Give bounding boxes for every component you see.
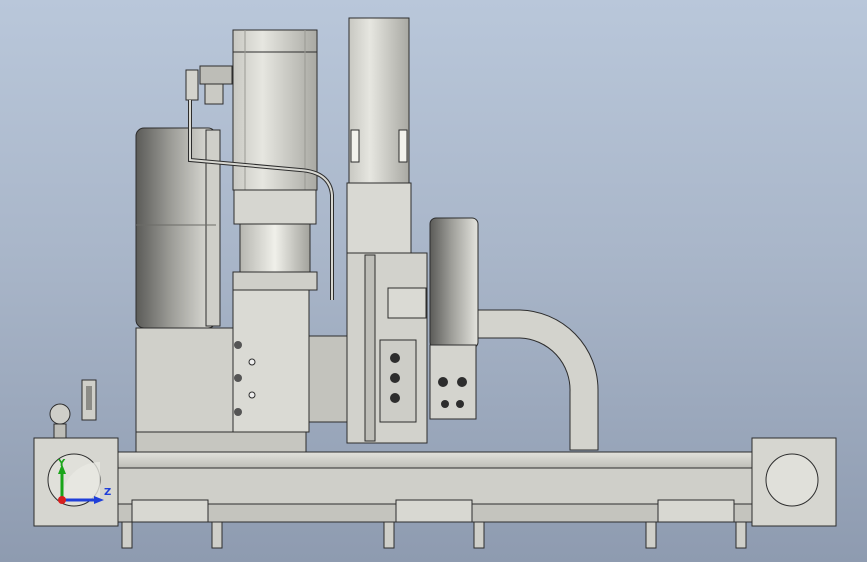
cad-viewport[interactable]: Y Z <box>0 0 867 562</box>
left-drive-wheel <box>135 127 221 329</box>
gantry-module-model[interactable] <box>0 0 867 562</box>
z-axis-label: Z <box>104 487 112 498</box>
right-drive-wheel <box>429 217 479 349</box>
left-servo-motor <box>232 29 318 291</box>
x-axis-dot <box>58 496 66 504</box>
y-axis-label: Y <box>58 458 66 469</box>
cable-chain <box>469 309 599 451</box>
sensor-left <box>49 379 97 439</box>
motor-connector <box>185 65 233 105</box>
linear-base-rail <box>33 437 837 549</box>
valve-block <box>379 339 477 423</box>
